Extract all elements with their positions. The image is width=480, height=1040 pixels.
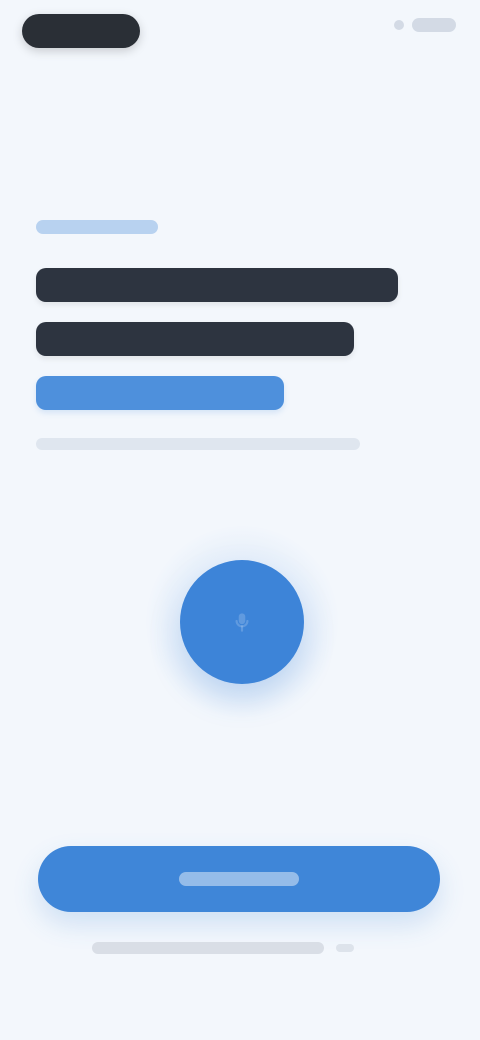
top-status-group [394, 18, 456, 32]
primary-action-button[interactable] [38, 846, 440, 912]
status-dot [394, 20, 404, 30]
footer-placeholder [92, 942, 324, 954]
microphone-button-wrap[interactable] [146, 526, 338, 718]
status-bar [412, 18, 456, 32]
headline-line-2 [36, 322, 354, 356]
microphone-button[interactable] [180, 560, 304, 684]
headline-line-1 [36, 268, 398, 302]
footer-dot [336, 944, 354, 952]
top-pill [22, 14, 140, 48]
primary-action-label-placeholder [179, 872, 299, 886]
eyebrow-placeholder [36, 220, 158, 234]
headline-accent-line [36, 376, 284, 410]
microphone-icon [235, 613, 249, 632]
subtitle-placeholder [36, 438, 360, 450]
hero-section [36, 220, 436, 450]
